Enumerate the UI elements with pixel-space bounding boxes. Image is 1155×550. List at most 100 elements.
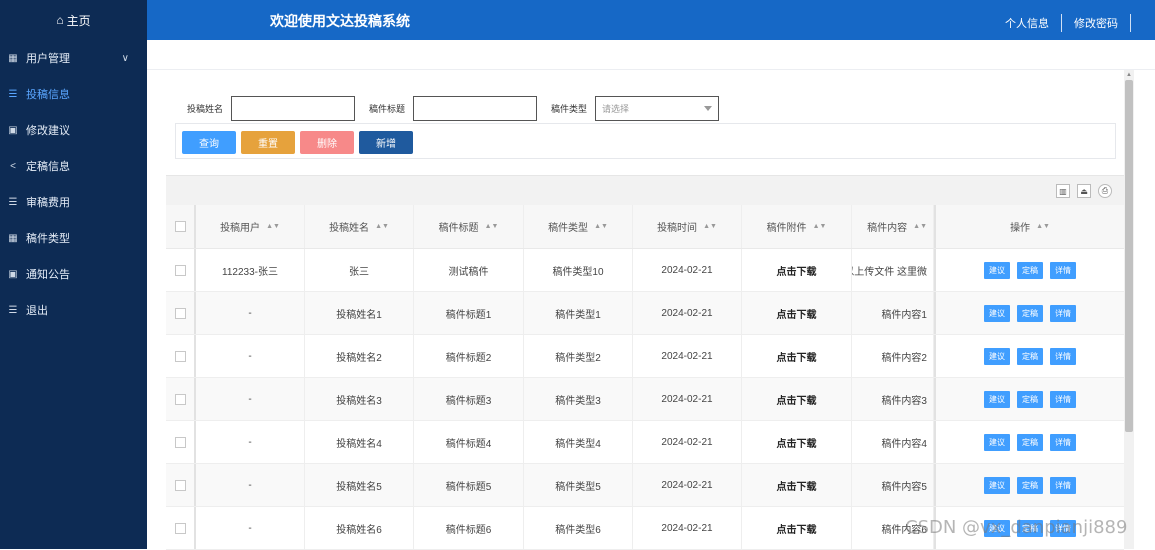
download-link[interactable]: 点击下载 (742, 292, 852, 334)
detail-button[interactable]: 详情 (1050, 304, 1076, 322)
advice-button[interactable]: 建议 (984, 261, 1010, 279)
row-checkbox[interactable] (174, 264, 186, 276)
table-cell: 2024-02-21 (633, 292, 742, 334)
row-checkbox[interactable] (174, 522, 186, 534)
column-header[interactable]: 操作 ▲▼ (934, 205, 1124, 248)
columns-icon[interactable]: ▥ (1056, 184, 1070, 198)
advice-button[interactable]: 建议 (984, 390, 1010, 408)
scrollbar-thumb[interactable] (1125, 80, 1133, 432)
advice-button[interactable]: 建议 (984, 347, 1010, 365)
sidebar-item-notice[interactable]: ▣ 通知公告 (0, 256, 147, 292)
download-link[interactable]: 点击下载 (742, 378, 852, 420)
export-icon[interactable]: ⏏ (1077, 184, 1091, 198)
table-row: - 投稿姓名4 稿件标题4 稿件类型4 2024-02-21 点击下载 稿件内容4 建议 定稿详… (166, 421, 1124, 464)
select-all-checkbox[interactable] (174, 221, 186, 232)
finalize-button[interactable]: 定稿 (1017, 304, 1043, 322)
sidebar-item-manuscript-type[interactable]: ▦ 稿件类型 (0, 220, 147, 256)
row-checkbox[interactable] (174, 307, 186, 319)
advice-button[interactable]: 建议 (984, 476, 1010, 494)
download-link[interactable]: 点击下载 (742, 507, 852, 549)
table-cell: 2024-02-21 (633, 421, 742, 463)
sort-icon: ▲▼ (484, 223, 499, 230)
finalize-button[interactable]: 定稿 (1017, 347, 1043, 365)
table-cell: 稿件类型1 (524, 292, 633, 334)
table-cell: 稿件内容1 (852, 292, 934, 334)
sidebar-item-revision-advice[interactable]: ▣ 修改建议 (0, 112, 147, 148)
sidebar: ⌂ 主页 ▦ 用户管理 ∨ ☰ 投稿信息 ▣ 修改建议 < 定稿信息 ☰ 审稿费… (0, 0, 147, 549)
column-header[interactable]: 稿件附件 ▲▼ (742, 205, 852, 248)
table-cell: 稿件标题5 (414, 464, 524, 506)
sidebar-item-final-info[interactable]: < 定稿信息 (0, 148, 147, 184)
table-body: 112233-张三张三测试稿件稿件类型102024-02-21点击下载可以上传文… (166, 249, 1124, 550)
list-icon: ☰ (8, 304, 18, 316)
sidebar-item-submission-info[interactable]: ☰ 投稿信息 (0, 76, 147, 112)
sidebar-home[interactable]: ⌂ 主页 (0, 0, 147, 40)
advice-button[interactable]: 建议 (984, 304, 1010, 322)
detail-button[interactable]: 详情 (1050, 433, 1076, 451)
column-header[interactable]: 稿件标题 ▲▼ (414, 205, 524, 248)
download-link[interactable]: 点击下载 (742, 464, 852, 506)
column-header[interactable]: 投稿姓名 ▲▼ (305, 205, 414, 248)
header-label: 投稿姓名 (329, 223, 370, 234)
table-cell: 稿件内容5 (852, 464, 934, 506)
header-label: 稿件内容 (867, 223, 908, 234)
finalize-button[interactable]: 定稿 (1017, 433, 1043, 451)
grid-icon: ▦ (8, 52, 18, 64)
detail-button[interactable]: 详情 (1050, 476, 1076, 494)
row-select-cell (166, 507, 196, 549)
detail-button[interactable]: 详情 (1050, 261, 1076, 279)
list-icon: ☰ (8, 196, 18, 208)
sort-icon: ▲▼ (266, 223, 280, 230)
finalize-button[interactable]: 定稿 (1017, 390, 1043, 408)
profile-link[interactable]: 个人信息 (1005, 15, 1049, 31)
download-link[interactable]: 点击下载 (742, 421, 852, 463)
scroll-up-icon[interactable]: ▲ (1124, 70, 1134, 80)
finalize-button[interactable]: 定稿 (1017, 261, 1043, 279)
change-password-link[interactable]: 修改密码 (1074, 15, 1118, 31)
sidebar-item-label: 审稿费用 (26, 197, 70, 209)
table-cell: 可以上传文件 这里微 (852, 249, 934, 291)
add-button[interactable]: 新增 (359, 131, 413, 154)
detail-button[interactable]: 详情 (1050, 347, 1076, 365)
column-header[interactable]: 投稿用户 ▲▼ (196, 205, 305, 248)
table-cell: 112233-张三 (196, 249, 305, 291)
query-button[interactable]: 查询 (182, 131, 236, 154)
sidebar-item-review-fee[interactable]: ☰ 审稿费用 (0, 184, 147, 220)
table-cell: - (196, 335, 305, 377)
name-input[interactable] (231, 96, 356, 121)
vertical-scrollbar[interactable]: ▲ (1124, 70, 1134, 549)
sort-icon: ▲▼ (375, 223, 389, 230)
table-cell: 稿件内容4 (852, 421, 934, 463)
row-actions: 建议 定稿 详情 (934, 421, 1124, 463)
sidebar-home-label: 主页 (66, 13, 91, 28)
row-checkbox[interactable] (174, 350, 186, 362)
row-checkbox[interactable] (174, 479, 186, 491)
row-select-cell (166, 292, 196, 334)
title-input[interactable] (413, 96, 538, 121)
table-cell: 稿件标题1 (414, 292, 524, 334)
delete-button[interactable]: 删除 (300, 131, 354, 154)
detail-button[interactable]: 详情 (1050, 390, 1076, 408)
row-checkbox[interactable] (174, 393, 186, 405)
reset-button[interactable]: 重置 (241, 131, 295, 154)
table-cell: 稿件标题6 (414, 507, 524, 549)
page-title: 欢迎使用文达投稿系统 (270, 13, 410, 29)
column-header[interactable]: 稿件内容 ▲▼ (852, 205, 934, 248)
search-bar: 投稿姓名 稿件标题 稿件类型 请选择 (187, 96, 720, 121)
print-icon[interactable]: ⎙ (1098, 184, 1112, 198)
row-checkbox[interactable] (174, 436, 186, 448)
sidebar-item-user-management[interactable]: ▦ 用户管理 ∨ (0, 40, 147, 76)
finalize-button[interactable]: 定稿 (1017, 476, 1043, 494)
download-link[interactable]: 点击下载 (742, 335, 852, 377)
column-header[interactable]: 投稿时间 ▲▼ (633, 205, 742, 248)
table-cell: 投稿姓名2 (305, 335, 414, 377)
main-content: 投稿姓名 稿件标题 稿件类型 请选择 查询 重置 删除 新增 ▥ ⏏ ⎙ 投稿用… (147, 40, 1155, 550)
download-link[interactable]: 点击下载 (742, 249, 852, 291)
name-label: 投稿姓名 (187, 104, 224, 114)
sort-icon: ▲▼ (594, 223, 608, 230)
table-cell: 稿件类型4 (524, 421, 633, 463)
advice-button[interactable]: 建议 (984, 433, 1010, 451)
column-header[interactable]: 稿件类型 ▲▼ (524, 205, 633, 248)
sidebar-item-logout[interactable]: ☰ 退出 (0, 292, 147, 328)
type-select[interactable]: 请选择 (595, 96, 720, 121)
